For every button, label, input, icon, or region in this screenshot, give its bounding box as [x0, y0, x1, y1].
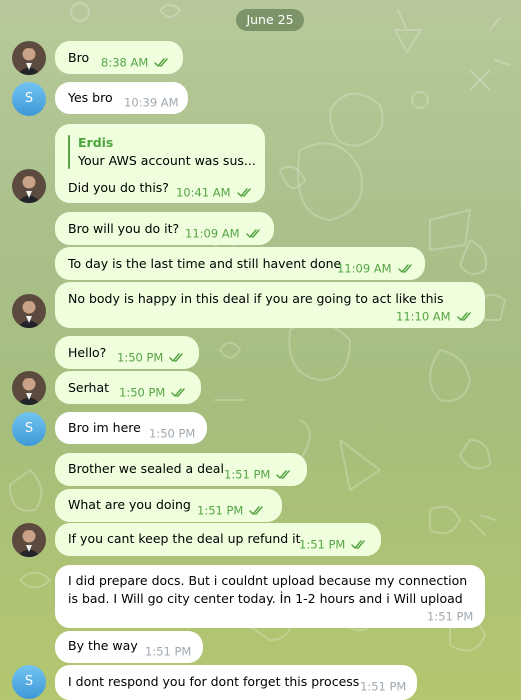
message-time: 1:51 PM	[145, 644, 192, 659]
read-double-check-icon	[249, 506, 264, 515]
message-meta: 1:51 PM	[224, 467, 292, 482]
read-double-check-icon	[351, 540, 366, 549]
message-text: Bro will you do it?	[68, 221, 180, 236]
message-bubble[interactable]: Bro 8:38 AM	[55, 41, 183, 74]
message-bubble[interactable]: No body is happy in this deal if you are…	[55, 282, 485, 328]
message-meta: 8:38 AM	[101, 55, 170, 70]
message-meta: 1:51 PM	[299, 537, 367, 552]
message-time: 1:51 PM	[299, 537, 346, 552]
message-time: 1:51 PM	[360, 679, 407, 694]
message-time: 11:09 AM	[337, 261, 392, 276]
message-text: What are you doing	[68, 497, 191, 512]
message-meta: 1:51 PM	[145, 644, 191, 659]
reply-sender-name: Erdis	[78, 135, 114, 150]
message-bubble[interactable]: To day is the last time and still havent…	[55, 247, 425, 280]
message-meta: 1:50 PM	[119, 385, 187, 400]
sender-avatar[interactable]	[12, 294, 46, 328]
read-double-check-icon	[245, 229, 260, 238]
read-double-check-icon	[456, 312, 471, 321]
message-bubble[interactable]: If you cant keep the deal up refund it 1…	[55, 523, 381, 556]
message-meta: 1:51 PM	[197, 503, 265, 518]
message-time: 11:10 AM	[396, 309, 451, 324]
message-meta: 10:39 AM	[124, 95, 179, 110]
sender-avatar[interactable]	[12, 523, 46, 557]
message-text: Yes bro	[68, 90, 113, 105]
contact-avatar[interactable]: S	[12, 665, 46, 699]
read-double-check-icon	[169, 353, 184, 362]
message-text: Bro im here	[68, 420, 141, 435]
message-bubble[interactable]: By the way 1:51 PM	[55, 631, 203, 663]
message-text: Hello?	[68, 345, 107, 360]
message-time: 1:51 PM	[224, 467, 271, 482]
message-meta: 11:10 AM	[396, 309, 473, 324]
message-bubble[interactable]: Brother we sealed a deal 1:51 PM	[55, 453, 307, 486]
message-time: 1:50 PM	[149, 426, 196, 441]
message-bubble[interactable]: Bro will you do it? 11:09 AM	[55, 212, 274, 245]
date-separator: June 25	[236, 9, 304, 31]
message-bubble[interactable]: I did prepare docs. But i couldnt upload…	[55, 565, 485, 628]
message-bubble[interactable]: Yes bro 10:39 AM	[55, 82, 188, 114]
reply-accent-bar	[68, 135, 70, 169]
message-meta: 1:50 PM	[117, 350, 185, 365]
message-time: 10:41 AM	[176, 185, 231, 200]
message-text: Bro	[68, 50, 90, 65]
message-time: 10:39 AM	[124, 95, 179, 110]
message-time: 1:50 PM	[119, 385, 166, 400]
message-meta: 1:51 PM	[360, 679, 406, 694]
message-text: Brother we sealed a deal	[68, 461, 224, 476]
message-text: If you cant keep the deal up refund it	[68, 531, 301, 546]
message-text: I dont respond you for dont forget this …	[68, 674, 360, 689]
message-bubble[interactable]: Serhat 1:50 PM	[55, 371, 201, 404]
read-double-check-icon	[171, 388, 186, 397]
read-double-check-icon	[236, 188, 251, 197]
read-double-check-icon	[397, 264, 412, 273]
message-text: To day is the last time and still havent…	[68, 256, 342, 271]
message-meta: 1:51 PM	[427, 609, 473, 624]
message-meta: 10:41 AM	[176, 185, 253, 200]
message-list[interactable]: June 25 Bro 8:38 AM S Yes bro 10:39 AM E…	[0, 0, 521, 700]
contact-avatar[interactable]: S	[12, 82, 46, 116]
message-bubble[interactable]: Hello? 1:50 PM	[55, 336, 199, 369]
message-text: Did you do this?	[68, 180, 169, 195]
message-text: No body is happy in this deal if you are…	[68, 291, 444, 306]
message-meta: 11:09 AM	[337, 261, 414, 276]
message-text: Serhat	[68, 380, 110, 395]
read-double-check-icon	[276, 470, 291, 479]
sender-avatar[interactable]	[12, 371, 46, 405]
message-text: By the way	[68, 638, 138, 653]
sender-avatar[interactable]	[12, 169, 46, 203]
message-bubble[interactable]: Bro im here 1:50 PM	[55, 412, 207, 444]
sender-avatar[interactable]	[12, 41, 46, 75]
contact-avatar[interactable]: S	[12, 412, 46, 446]
message-bubble[interactable]: What are you doing 1:51 PM	[55, 489, 282, 522]
message-time: 1:51 PM	[197, 503, 244, 518]
message-time: 8:38 AM	[101, 55, 149, 70]
read-double-check-icon	[154, 58, 169, 67]
reply-quoted-text: Your AWS account was sus...	[78, 153, 256, 168]
message-time: 11:09 AM	[185, 226, 240, 241]
message-text: I did prepare docs. But i couldnt upload…	[68, 573, 468, 606]
message-meta: 1:50 PM	[149, 426, 195, 441]
message-time: 1:51 PM	[427, 609, 474, 624]
message-meta: 11:09 AM	[185, 226, 262, 241]
message-bubble[interactable]: I dont respond you for dont forget this …	[55, 665, 417, 700]
message-time: 1:50 PM	[117, 350, 164, 365]
message-bubble[interactable]: Erdis Your AWS account was sus... Did yo…	[55, 124, 265, 203]
